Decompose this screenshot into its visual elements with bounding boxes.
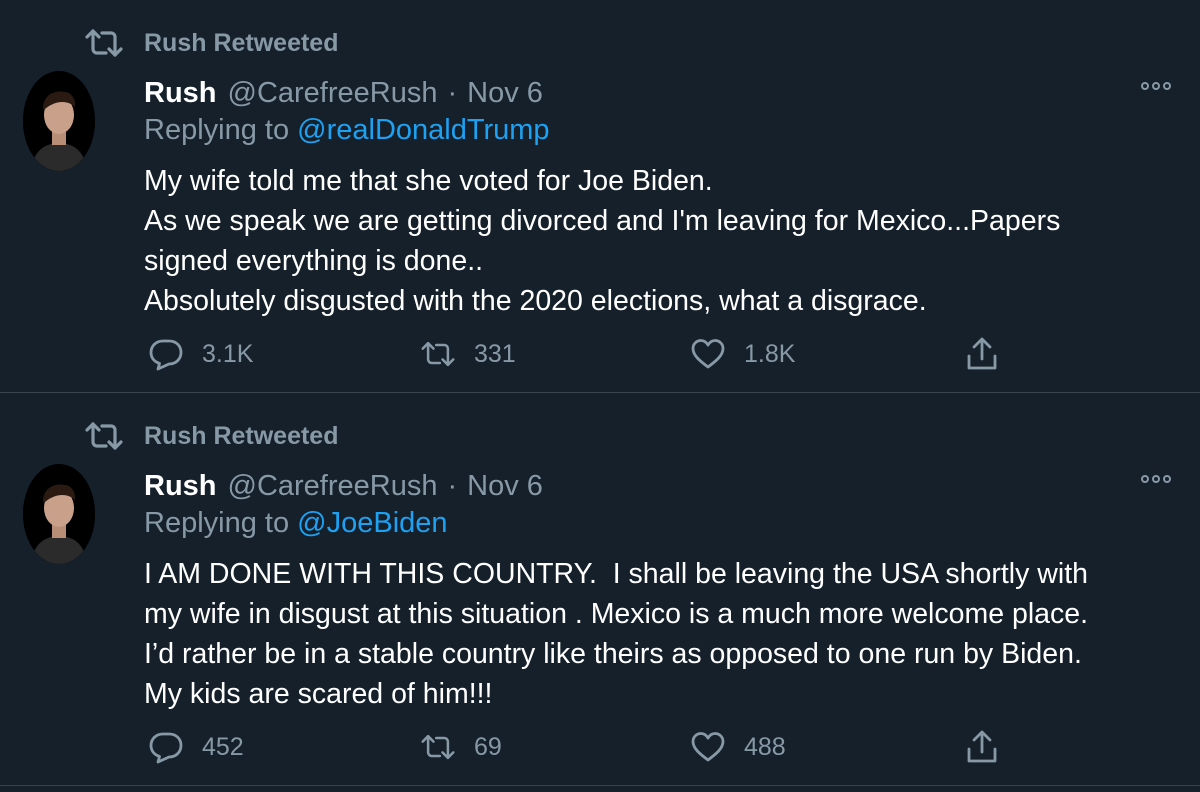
tweet-actions: 452 69 488 <box>148 727 1028 767</box>
user-handle[interactable]: @CarefreeRush <box>228 470 438 503</box>
share-button[interactable] <box>964 727 1000 767</box>
avatar[interactable] <box>23 464 95 564</box>
retweet-icon <box>421 734 455 760</box>
reply-button[interactable]: 3.1K <box>148 334 253 374</box>
tweet[interactable]: Rush Retweeted Rush @CarefreeRush · Nov … <box>0 0 1200 393</box>
retweet-count: 69 <box>474 732 502 761</box>
retweeted-label: Rush Retweeted <box>144 28 339 57</box>
display-name[interactable]: Rush <box>144 77 217 110</box>
retweet-icon <box>421 341 455 367</box>
replying-prefix: Replying to <box>144 507 298 539</box>
share-upload-icon <box>967 730 997 763</box>
like-button[interactable]: 488 <box>690 727 786 767</box>
avatar[interactable] <box>23 71 95 171</box>
replying-prefix: Replying to <box>144 114 298 146</box>
retweet-icon <box>85 29 123 57</box>
display-name[interactable]: Rush <box>144 470 217 503</box>
tweet-text-line: As we speak we are getting divorced and … <box>144 205 1061 237</box>
retweet-button[interactable]: 69 <box>420 727 502 767</box>
replying-mention-link[interactable]: @JoeBiden <box>297 507 447 539</box>
tweet-date[interactable]: Nov 6 <box>467 470 543 503</box>
separator: · <box>447 76 458 109</box>
heart-icon <box>691 732 725 762</box>
retweet-context: Rush Retweeted <box>84 26 338 60</box>
like-count: 1.8K <box>744 339 796 368</box>
tweet-header: Rush @CarefreeRush · Nov 6 <box>144 72 543 114</box>
retweet-count: 331 <box>474 339 516 368</box>
tweet-text-line: I AM DONE WITH THIS COUNTRY. I shall be … <box>144 558 1088 590</box>
retweet-icon <box>85 422 123 450</box>
timeline: Rush Retweeted Rush @CarefreeRush · Nov … <box>0 0 1200 792</box>
tweet-text-line: My wife told me that she voted for Joe B… <box>144 165 713 197</box>
retweet-button[interactable]: 331 <box>420 334 516 374</box>
more-options-icon[interactable] <box>1141 82 1171 90</box>
replying-to: Replying to @JoeBiden <box>144 507 448 547</box>
replying-mention-link[interactable]: @realDonaldTrump <box>297 114 549 146</box>
tweet-text: I AM DONE WITH THIS COUNTRY. I shall be … <box>144 554 1164 714</box>
tweet-actions: 3.1K 331 1.8K <box>148 334 1028 374</box>
retweeted-label: Rush Retweeted <box>144 421 339 450</box>
tweet-date[interactable]: Nov 6 <box>467 77 543 110</box>
separator: · <box>447 469 458 502</box>
like-count: 488 <box>744 732 786 761</box>
tweet-text-line: I’d rather be in a stable country like t… <box>144 638 1082 670</box>
user-handle[interactable]: @CarefreeRush <box>228 77 438 110</box>
share-upload-icon <box>967 337 997 370</box>
like-button[interactable]: 1.8K <box>690 334 795 374</box>
reply-count: 452 <box>202 732 244 761</box>
tweet-text-line: my wife in disgust at this situation . M… <box>144 598 1089 630</box>
tweet-text-line: signed everything is done.. <box>144 245 484 277</box>
share-button[interactable] <box>964 334 1000 374</box>
reply-button[interactable]: 452 <box>148 727 244 767</box>
tweet[interactable]: Rush Retweeted Rush @CarefreeRush · Nov … <box>0 393 1200 786</box>
tweet-header: Rush @CarefreeRush · Nov 6 <box>144 465 543 507</box>
tweet-text-line: Absolutely disgusted with the 2020 elect… <box>144 285 927 317</box>
tweet-text: My wife told me that she voted for Joe B… <box>144 161 1164 321</box>
more-options-icon[interactable] <box>1141 475 1171 483</box>
tweet-text-line: My kids are scared of him!!! <box>144 678 493 710</box>
heart-icon <box>691 339 725 369</box>
reply-bubble-icon <box>149 732 183 764</box>
reply-count: 3.1K <box>202 339 254 368</box>
replying-to: Replying to @realDonaldTrump <box>144 114 550 154</box>
retweet-context: Rush Retweeted <box>84 419 338 453</box>
reply-bubble-icon <box>149 339 183 371</box>
